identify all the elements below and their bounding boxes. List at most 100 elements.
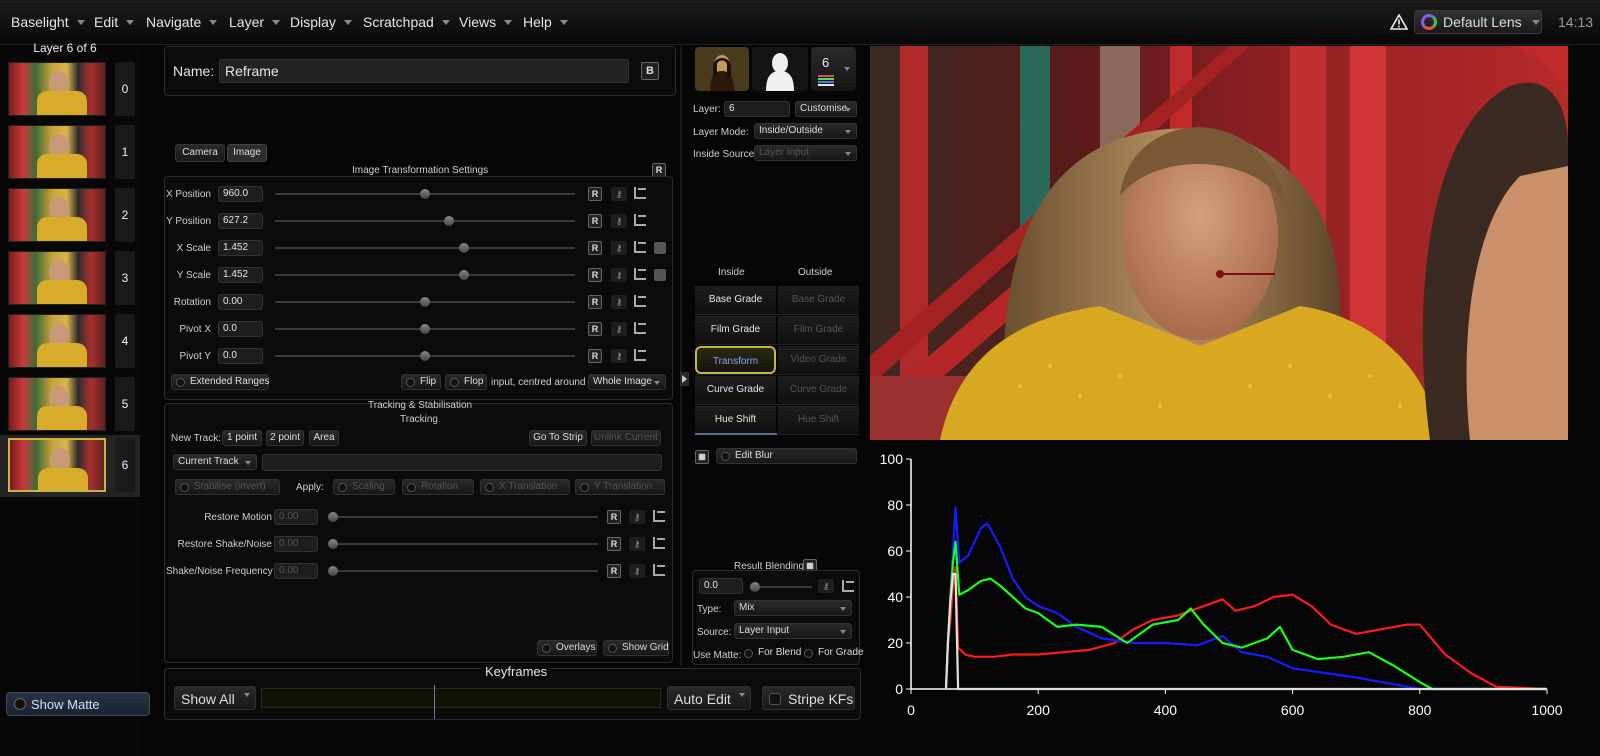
param-value-field[interactable]: 1.452 <box>218 240 263 256</box>
param-slider[interactable] <box>275 189 575 199</box>
lens-selector[interactable]: Default Lens <box>1414 10 1542 34</box>
blur-icon[interactable]: ▦ <box>695 450 709 464</box>
slider-knob[interactable] <box>444 216 454 226</box>
apply-y-translation-toggle[interactable]: Y Translation <box>575 479 665 495</box>
show-matte-button[interactable]: Show Matte <box>6 692 150 716</box>
outside-operator[interactable]: Video Grade <box>778 346 859 374</box>
restore-value-field[interactable]: 0.00 <box>274 563 318 579</box>
layer-number[interactable]: 6 <box>115 438 135 492</box>
layer-field[interactable]: 6 <box>724 101 790 117</box>
area-button[interactable]: Area <box>309 430 339 446</box>
keyframe-timeline[interactable] <box>261 685 661 719</box>
reset-button[interactable]: R <box>588 295 602 309</box>
inside-operator[interactable]: Curve Grade <box>695 376 776 404</box>
overlays-toggle[interactable]: Overlays <box>537 640 597 656</box>
name-input[interactable]: Reframe <box>219 59 629 83</box>
inside-operator[interactable]: Hue Shift <box>695 406 776 434</box>
restore-slider[interactable] <box>328 512 598 522</box>
outside-operator[interactable]: Film Grade <box>778 316 859 344</box>
param-value-field[interactable]: 0.0 <box>218 348 263 364</box>
layer-number[interactable]: 5 <box>115 377 135 431</box>
param-value-field[interactable]: 627.2 <box>218 213 263 229</box>
extended-ranges-toggle[interactable]: Extended Ranges <box>171 374 270 390</box>
restore-value-field[interactable]: 0.00 <box>274 536 318 552</box>
mona-lisa-icon[interactable] <box>695 47 749 91</box>
reset-button[interactable]: R <box>588 322 602 336</box>
slider-knob[interactable] <box>328 566 338 576</box>
param-slider[interactable] <box>275 351 575 361</box>
go-to-strip-button[interactable]: Go To Strip <box>529 430 587 446</box>
layer-thumbnail-6[interactable] <box>8 438 106 492</box>
layer-number[interactable]: 2 <box>115 188 135 242</box>
reset-button[interactable]: R <box>588 241 602 255</box>
reset-button[interactable]: R <box>607 564 621 578</box>
menu-baselight[interactable]: Baselight <box>11 14 85 30</box>
link-icon[interactable] <box>654 242 666 254</box>
inside-operator[interactable]: Transform <box>695 346 776 374</box>
graph-icon[interactable] <box>842 580 854 592</box>
show-grid-toggle[interactable]: Show Grid <box>603 640 669 656</box>
slider-knob[interactable] <box>328 539 338 549</box>
reset-button[interactable]: R <box>588 214 602 228</box>
inside-operator[interactable]: Base Grade <box>695 286 776 314</box>
show-all-dropdown[interactable]: Show All <box>174 686 256 710</box>
key-icon[interactable]: ⚷ <box>629 510 645 524</box>
param-slider[interactable] <box>275 216 575 226</box>
param-slider[interactable] <box>275 324 575 334</box>
slider-knob[interactable] <box>750 582 760 592</box>
layer-thumbnail-4[interactable] <box>8 314 106 368</box>
blend-slider[interactable] <box>750 582 812 592</box>
inside-source-dropdown[interactable]: Layer Input <box>754 145 857 161</box>
menu-help[interactable]: Help <box>523 14 568 30</box>
outside-operator[interactable]: Hue Shift <box>778 406 859 434</box>
graph-icon[interactable] <box>634 295 646 307</box>
key-icon[interactable]: ⚷ <box>611 322 627 336</box>
expand-arrow-icon[interactable] <box>680 372 689 386</box>
inside-operator[interactable]: Film Grade <box>695 316 776 344</box>
menu-layer[interactable]: Layer <box>229 14 281 30</box>
apply-rotation-toggle[interactable]: Rotation <box>402 479 474 495</box>
apply-x-translation-toggle[interactable]: X Translation <box>480 479 570 495</box>
matte-silhouette-icon[interactable] <box>752 47 808 91</box>
graph-icon[interactable] <box>634 322 646 334</box>
slider-knob[interactable] <box>459 243 469 253</box>
layer-mode-dropdown[interactable]: Inside/Outside <box>754 123 857 139</box>
restore-value-field[interactable]: 0.00 <box>274 509 318 525</box>
graph-icon[interactable] <box>653 510 665 522</box>
menu-scratchpad[interactable]: Scratchpad <box>363 14 450 30</box>
link-icon[interactable] <box>654 269 666 281</box>
param-value-field[interactable]: 0.00 <box>218 294 263 310</box>
blend-value-field[interactable]: 0.0 <box>699 578 743 594</box>
graph-icon[interactable] <box>653 537 665 549</box>
key-icon[interactable]: ⚷ <box>818 579 834 593</box>
image-viewer[interactable] <box>870 46 1568 440</box>
flop-toggle[interactable]: Flop <box>445 374 487 390</box>
centre-mode-dropdown[interactable]: Whole Image <box>588 374 666 390</box>
current-track-dropdown[interactable]: Current Track <box>173 454 257 470</box>
key-icon[interactable]: ⚷ <box>629 564 645 578</box>
layer-number[interactable]: 4 <box>115 314 135 368</box>
key-icon[interactable]: ⚷ <box>611 295 627 309</box>
unlink-current-button[interactable]: Unlink Current <box>591 430 661 446</box>
blend-source-dropdown[interactable]: Layer Input <box>734 623 852 639</box>
param-slider[interactable] <box>275 270 575 280</box>
one-point-button[interactable]: 1 point <box>222 430 262 446</box>
warning-triangle-icon[interactable] <box>1390 14 1408 30</box>
restore-slider[interactable] <box>328 566 598 576</box>
slider-knob[interactable] <box>420 189 430 199</box>
layer-thumbnail-3[interactable] <box>8 251 106 305</box>
outside-operator[interactable]: Curve Grade <box>778 376 859 404</box>
graph-icon[interactable] <box>653 564 665 576</box>
layer-thumbnail-2[interactable] <box>8 188 106 242</box>
outside-operator[interactable]: Base Grade <box>778 286 859 314</box>
edit-blur-toggle[interactable]: Edit Blur <box>716 448 857 464</box>
key-icon[interactable]: ⚷ <box>629 537 645 551</box>
tab-camera[interactable]: Camera <box>175 144 225 162</box>
layer-thumbnail-0[interactable] <box>8 62 106 116</box>
slider-knob[interactable] <box>459 270 469 280</box>
tab-image[interactable]: Image <box>227 144 267 162</box>
graph-icon[interactable] <box>634 214 646 226</box>
reset-all-button[interactable]: R <box>652 163 666 177</box>
slider-knob[interactable] <box>420 351 430 361</box>
param-slider[interactable] <box>275 243 575 253</box>
